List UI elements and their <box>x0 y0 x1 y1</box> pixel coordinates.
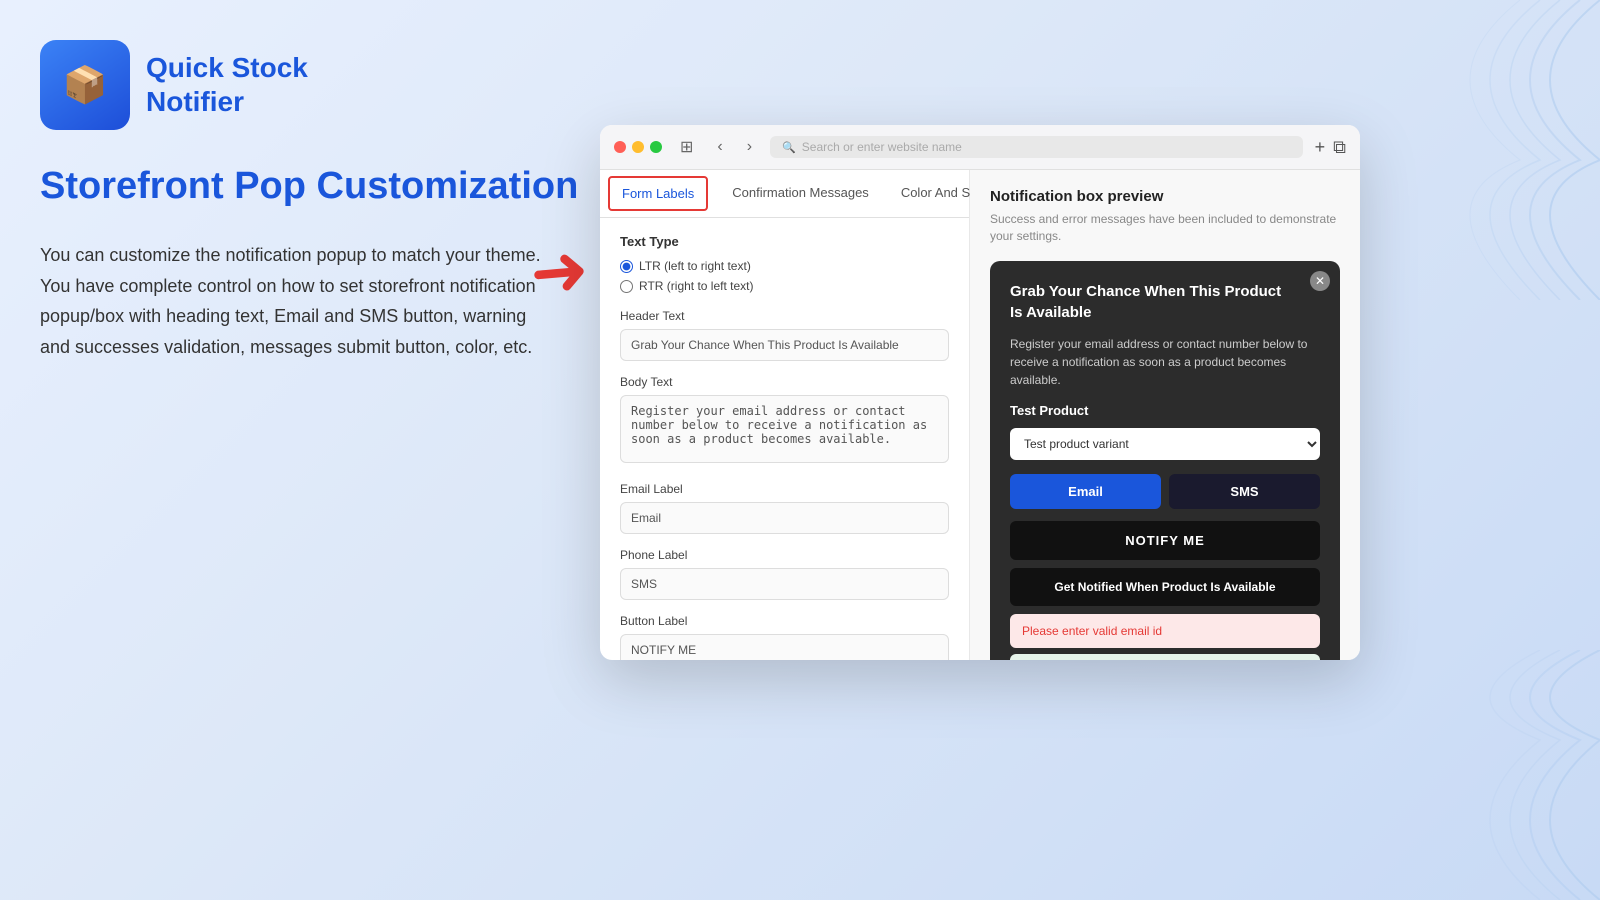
body-text-input[interactable]: Register your email address or contact n… <box>620 395 949 463</box>
text-type-radio-group: LTR (left to right text) RTR (right to l… <box>620 259 949 293</box>
share-button[interactable]: ⧉ <box>1333 137 1346 158</box>
notification-popup-preview: ✕ Grab Your Chance When This Product Is … <box>990 261 1340 660</box>
dot-green[interactable] <box>650 141 662 153</box>
radio-ltr[interactable]: LTR (left to right text) <box>620 259 949 273</box>
error-message: Please enter valid email id <box>1010 614 1320 648</box>
radio-rtl[interactable]: RTR (right to left text) <box>620 279 949 293</box>
sms-channel-button[interactable]: SMS <box>1169 474 1320 509</box>
success-message: Your Email Id has been successfully upda… <box>1010 654 1320 660</box>
email-label-label: Email Label <box>620 482 949 496</box>
popup-channel-buttons: Email SMS <box>1010 474 1320 509</box>
app-header: 📦 Quick Stock Notifier <box>40 40 308 130</box>
preview-subtitle: Success and error messages have been inc… <box>990 211 1340 245</box>
phone-label-label: Phone Label <box>620 548 949 562</box>
app-title: Quick Stock Notifier <box>146 51 308 118</box>
phone-label-input[interactable] <box>620 568 949 600</box>
email-label-input[interactable] <box>620 502 949 534</box>
page-description: You can customize the notification popup… <box>40 240 560 362</box>
browser-dots <box>614 141 662 153</box>
arrow-indicator: ➜ <box>527 228 593 315</box>
form-area: Text Type LTR (left to right text) RTR (… <box>600 218 969 660</box>
popup-close-button[interactable]: ✕ <box>1310 271 1330 291</box>
address-bar[interactable]: 🔍 Search or enter website name <box>770 136 1303 158</box>
right-panel: Notification box preview Success and err… <box>970 170 1360 660</box>
button-label-input[interactable] <box>620 634 949 660</box>
wave-decoration-bottom <box>1250 650 1600 900</box>
text-type-label: Text Type <box>620 234 949 249</box>
page-heading: Storefront Pop Customization <box>40 165 578 208</box>
header-text-label: Header Text <box>620 309 949 323</box>
grid-icon-button[interactable]: ⊞ <box>674 135 699 159</box>
get-notified-button[interactable]: Get Notified When Product Is Available <box>1010 568 1320 606</box>
popup-variant-select[interactable]: Test product variant <box>1010 428 1320 460</box>
popup-body-text: Register your email address or contact n… <box>1010 335 1320 389</box>
header-text-input[interactable] <box>620 329 949 361</box>
preview-title: Notification box preview <box>990 188 1340 205</box>
notify-me-button[interactable]: NOTIFY ME <box>1010 521 1320 560</box>
tabs-bar: Form Labels Confirmation Messages Color … <box>600 170 969 218</box>
left-panel: Form Labels Confirmation Messages Color … <box>600 170 970 660</box>
back-button[interactable]: ‹ <box>711 136 728 158</box>
forward-button[interactable]: › <box>741 136 758 158</box>
body-text-label: Body Text <box>620 375 949 389</box>
address-bar-text: Search or enter website name <box>802 140 962 154</box>
browser-window: ⊞ ‹ › 🔍 Search or enter website name + ⧉… <box>600 125 1360 660</box>
tab-confirmation[interactable]: Confirmation Messages <box>716 170 885 217</box>
button-label-label: Button Label <box>620 614 949 628</box>
browser-chrome: ⊞ ‹ › 🔍 Search or enter website name + ⧉ <box>600 125 1360 170</box>
app-content: Form Labels Confirmation Messages Color … <box>600 170 1360 660</box>
dot-yellow[interactable] <box>632 141 644 153</box>
new-tab-button[interactable]: + <box>1315 137 1326 158</box>
popup-product-label: Test Product <box>1010 403 1320 418</box>
radio-ltr-input[interactable] <box>620 260 633 273</box>
radio-rtl-input[interactable] <box>620 280 633 293</box>
tab-form-labels[interactable]: Form Labels <box>608 176 708 211</box>
popup-header-text: Grab Your Chance When This Product Is Av… <box>1010 281 1320 323</box>
email-channel-button[interactable]: Email <box>1010 474 1161 509</box>
app-logo: 📦 <box>40 40 130 130</box>
browser-actions: + ⧉ <box>1315 137 1346 158</box>
dot-red[interactable] <box>614 141 626 153</box>
